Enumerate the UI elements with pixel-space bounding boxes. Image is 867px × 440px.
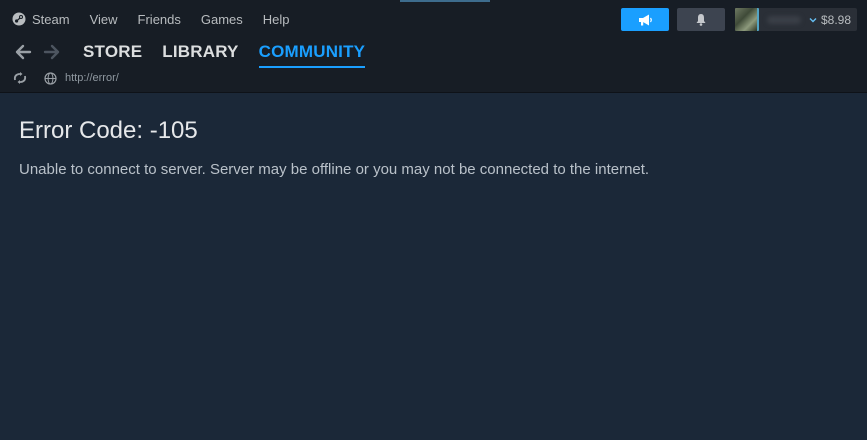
main-menu: Steam View Friends Games Help bbox=[0, 12, 310, 27]
tab-community[interactable]: COMMUNITY bbox=[258, 42, 366, 68]
reload-button[interactable] bbox=[12, 71, 28, 85]
account-name-blurred bbox=[766, 15, 801, 24]
navigation-row: STORE LIBRARY COMMUNITY bbox=[12, 38, 372, 68]
menu-friends-label: Friends bbox=[137, 11, 181, 27]
error-title: Error Code: -105 bbox=[19, 117, 198, 144]
menu-bar: Steam View Friends Games Help $8.98 bbox=[0, 0, 867, 38]
back-button[interactable] bbox=[12, 41, 34, 63]
arrow-right-icon bbox=[43, 44, 60, 60]
tab-store[interactable]: STORE bbox=[83, 42, 142, 62]
menu-help[interactable]: Help bbox=[263, 12, 290, 27]
notifications-button[interactable] bbox=[676, 8, 725, 31]
menu-view-label: View bbox=[89, 11, 118, 27]
chevron-down-icon bbox=[809, 17, 817, 22]
arrow-left-icon bbox=[15, 44, 32, 60]
menu-steam[interactable]: Steam bbox=[12, 12, 70, 27]
url-text[interactable]: http://error/ bbox=[65, 72, 119, 84]
megaphone-icon bbox=[638, 14, 652, 25]
bell-icon bbox=[696, 14, 706, 26]
menu-help-label: Help bbox=[262, 11, 290, 27]
error-page: Error Code: -105 Unable to connect to se… bbox=[0, 93, 867, 178]
header-right-controls: $8.98 bbox=[620, 8, 857, 31]
reload-icon bbox=[13, 72, 27, 84]
menu-view[interactable]: View bbox=[90, 12, 118, 27]
steam-client-header: Steam View Friends Games Help $8.98 STOR… bbox=[0, 0, 867, 93]
forward-button[interactable] bbox=[41, 41, 63, 63]
address-bar: http://error/ bbox=[12, 66, 119, 90]
error-message: Unable to connect to server. Server may … bbox=[19, 161, 650, 178]
avatar bbox=[734, 8, 759, 31]
account-menu[interactable]: $8.98 bbox=[734, 8, 857, 31]
menu-steam-label: Steam bbox=[32, 11, 70, 27]
wallet-balance: $8.98 bbox=[820, 12, 851, 27]
globe-icon bbox=[44, 71, 57, 85]
steam-logo-icon bbox=[12, 12, 26, 26]
announcements-button[interactable] bbox=[620, 8, 669, 31]
menu-games-label: Games bbox=[200, 11, 243, 27]
menu-games[interactable]: Games bbox=[201, 12, 243, 27]
menu-friends[interactable]: Friends bbox=[138, 12, 181, 27]
tab-library[interactable]: LIBRARY bbox=[162, 42, 238, 62]
